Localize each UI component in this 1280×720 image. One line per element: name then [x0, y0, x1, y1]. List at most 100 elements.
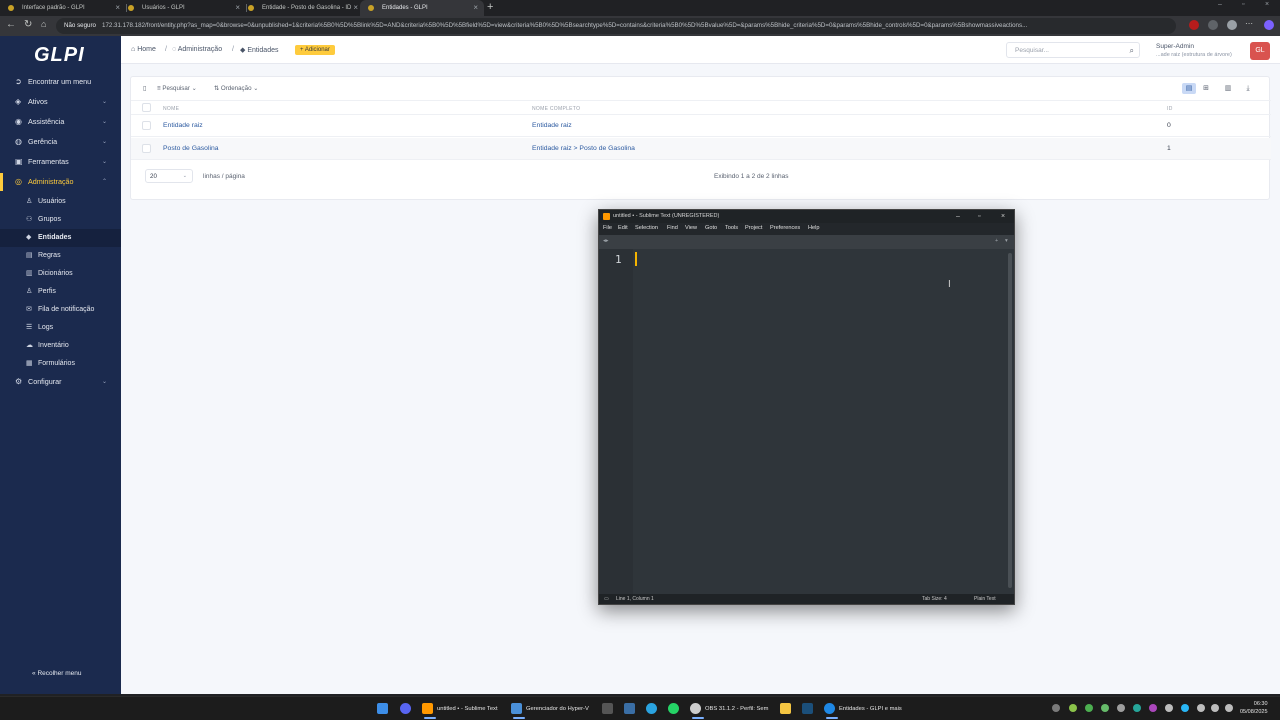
tray-icon[interactable]	[1133, 704, 1141, 712]
telegram-icon[interactable]	[646, 701, 661, 717]
menu-find[interactable]: Find	[667, 225, 678, 231]
sidebar-item-assistencia[interactable]: ◉ Assistência ⌄	[0, 113, 121, 131]
menu-goto[interactable]: Goto	[705, 225, 717, 231]
avatar[interactable]: GL	[1250, 42, 1270, 60]
user-menu[interactable]: Super-Admin ...ade raiz (estrutura de árv…	[1156, 43, 1232, 58]
sidebar-sub-fila-notificacao[interactable]: ✉ Fila de notificação	[0, 301, 121, 319]
menu-selection[interactable]: Selection	[635, 225, 658, 231]
tray-icon[interactable]	[1181, 704, 1189, 712]
browser-tab-entidades[interactable]: Entidades - GLPI ×	[360, 0, 484, 16]
url-input[interactable]: Não seguro 172.31.178.182/front/entity.ph…	[56, 18, 1176, 34]
whatsapp-icon[interactable]	[668, 701, 683, 717]
tab-list-chevron-icon[interactable]: ▾	[1005, 238, 1008, 244]
add-button[interactable]: + Adicionar	[295, 45, 335, 55]
system-clock[interactable]: 06:30 05/08/2025	[1240, 700, 1268, 716]
network-app-icon[interactable]	[624, 701, 639, 717]
fold-search-icon[interactable]: ▯	[143, 85, 146, 92]
sidebar-sub-regras[interactable]: ▤ Regras	[0, 247, 121, 265]
sublime-title-bar[interactable]: untitled • - Sublime Text (UNREGISTERED)…	[599, 210, 1014, 223]
sidebar-item-configurar[interactable]: ⚙ Configurar ⌄	[0, 373, 121, 391]
menu-file[interactable]: File	[603, 225, 612, 231]
browser-tab-usuarios[interactable]: Usuários - GLPI ×	[120, 0, 247, 16]
maximize-icon[interactable]: ▫	[978, 210, 980, 223]
tab-nav-arrows-icon[interactable]: ◂▸	[603, 238, 609, 244]
sort-toggle-button[interactable]: ⇅ Ordenação ⌄	[214, 85, 258, 92]
taskbar-obs[interactable]: OBS 31.1.2 - Perfil: Sem	[690, 701, 768, 719]
minimize-icon[interactable]: –	[1218, 1, 1222, 8]
sidebar-sub-grupos[interactable]: ⚇ Grupos	[0, 211, 121, 229]
menu-help[interactable]: Help	[808, 225, 820, 231]
browser-tab-interface[interactable]: Interface padrão - GLPI ×	[0, 0, 127, 16]
tab-size-selector[interactable]: Tab Size: 4	[922, 594, 947, 604]
new-tab-plus-icon[interactable]: +	[995, 238, 998, 244]
panel-toggle-icon[interactable]: ▭	[604, 594, 609, 604]
copilot-icon[interactable]	[1264, 20, 1274, 30]
reload-icon[interactable]: ↻	[24, 19, 32, 30]
column-header-nome[interactable]: Nome	[163, 106, 179, 112]
columns-icon[interactable]: ▥	[1221, 83, 1235, 94]
sublime-editor[interactable]: 1 I	[599, 249, 1014, 594]
glpi-logo[interactable]: GLPI	[34, 44, 85, 67]
discord-icon[interactable]	[400, 701, 415, 717]
extension-icon[interactable]	[1189, 20, 1199, 30]
list-view-icon[interactable]: ▤	[1182, 83, 1196, 94]
collapse-menu-button[interactable]: « Recolher menu	[32, 670, 82, 677]
tray-icon[interactable]	[1117, 704, 1125, 712]
close-icon[interactable]: ×	[473, 0, 478, 16]
sidebar-item-administracao[interactable]: ◎ Administração ⌃	[0, 173, 121, 191]
sidebar-sub-inventario[interactable]: ☁ Inventário	[0, 337, 121, 355]
tray-icon[interactable]	[1101, 704, 1109, 712]
menu-tools[interactable]: Tools	[725, 225, 738, 231]
export-icon[interactable]: ⤓	[1241, 83, 1255, 94]
tray-icon[interactable]	[1149, 704, 1157, 712]
sidebar-item-ferramentas[interactable]: ▣ Ferramentas ⌄	[0, 153, 121, 171]
search-toggle-button[interactable]: ≡ Pesquisar ⌄	[157, 85, 197, 92]
entity-name-link[interactable]: Posto de Gasolina	[163, 145, 219, 152]
steam-icon[interactable]	[802, 701, 817, 717]
sidebar-sub-logs[interactable]: ☰ Logs	[0, 319, 121, 337]
sidebar-sub-formularios[interactable]: ▦ Formulários	[0, 355, 121, 373]
find-menu-button[interactable]: ➲ Encontrar um menu	[0, 73, 121, 91]
close-icon[interactable]: ×	[353, 0, 358, 16]
sidebar-sub-usuarios[interactable]: ♙ Usuários	[0, 193, 121, 211]
close-icon[interactable]: ×	[1001, 210, 1005, 223]
file-explorer-icon[interactable]	[780, 701, 795, 717]
sidebar-sub-entidades[interactable]: ◆ Entidades	[0, 229, 121, 247]
close-window-icon[interactable]: ×	[1265, 1, 1269, 8]
volume-icon[interactable]	[1211, 704, 1219, 712]
tray-icon[interactable]	[1165, 704, 1173, 712]
back-arrow-icon[interactable]: ←	[6, 19, 16, 30]
column-header-nome-completo[interactable]: Nome completo	[532, 106, 580, 112]
menu-edit[interactable]: Edit	[618, 225, 628, 231]
editor-scrollbar[interactable]	[1008, 253, 1012, 588]
select-all-checkbox[interactable]	[142, 103, 151, 112]
sidebar-item-ativos[interactable]: ◈ Ativos ⌄	[0, 93, 121, 111]
tray-icon[interactable]	[1052, 704, 1060, 712]
browser-tab-entidade[interactable]: Entidade - Posto de Gasolina - ID ×	[240, 0, 365, 16]
more-menu-icon[interactable]: ⋯	[1245, 19, 1253, 28]
start-windows-icon[interactable]	[377, 701, 392, 717]
row-checkbox[interactable]	[142, 121, 151, 130]
sidebar-item-gerencia[interactable]: ◍ Gerência ⌄	[0, 133, 121, 151]
tray-icon[interactable]	[1085, 704, 1093, 712]
column-header-id[interactable]: ID	[1167, 106, 1173, 112]
home-icon[interactable]: ⌂	[41, 19, 46, 29]
taskbar-hyperv[interactable]: Gerenciador do Hyper-V	[511, 701, 589, 719]
breadcrumb-entidades[interactable]: ◆ Entidades	[240, 46, 278, 54]
powerbi-icon[interactable]	[602, 701, 617, 717]
tree-view-icon[interactable]: ⊞	[1199, 83, 1213, 94]
sidebar-sub-dicionarios[interactable]: ▥ Dicionários	[0, 265, 121, 283]
extension-icon[interactable]	[1208, 20, 1218, 30]
row-checkbox[interactable]	[142, 144, 151, 153]
sidebar-sub-perfis[interactable]: ♙ Perfis	[0, 283, 121, 301]
menu-preferences[interactable]: Preferences	[770, 225, 800, 231]
entity-fullname-link[interactable]: Entidade raiz	[532, 122, 572, 129]
maximize-icon[interactable]: ▫	[1242, 1, 1244, 8]
tray-icon[interactable]	[1069, 704, 1077, 712]
syntax-selector[interactable]: Plain Text	[974, 594, 996, 604]
profile-icon[interactable]	[1227, 20, 1237, 30]
entity-name-link[interactable]: Entidade raiz	[163, 122, 203, 129]
breadcrumb-administracao[interactable]: ◌ Administração	[172, 46, 222, 53]
breadcrumb-home[interactable]: ⌂ Home	[131, 46, 156, 53]
minimize-icon[interactable]: –	[956, 210, 960, 223]
